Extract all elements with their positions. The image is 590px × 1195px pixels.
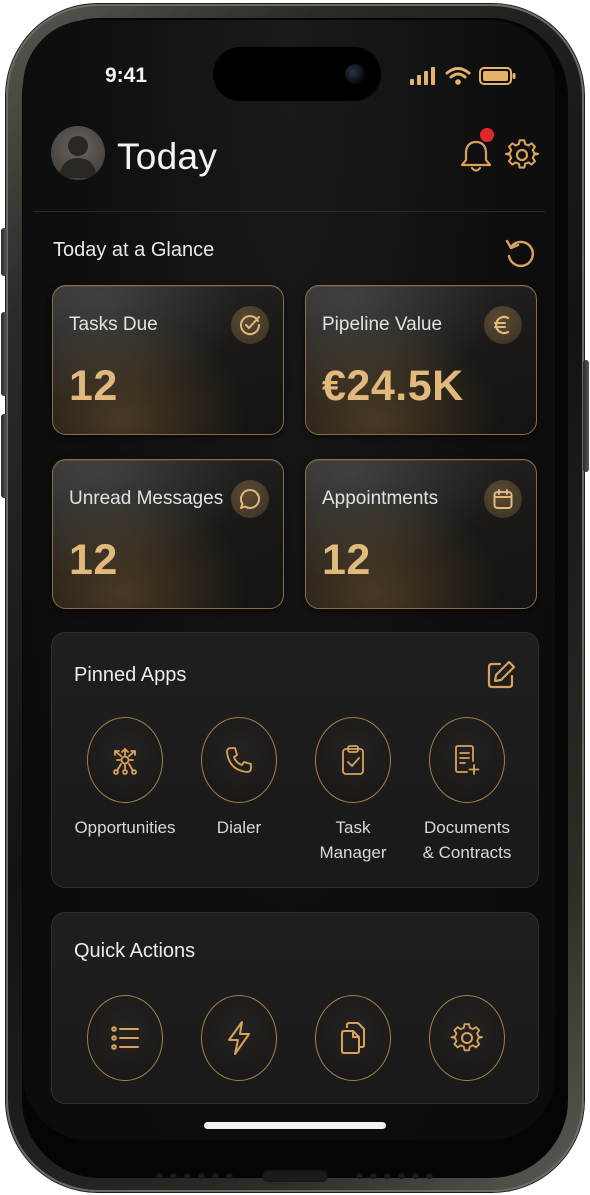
edit-icon[interactable] <box>484 658 518 692</box>
avatar[interactable] <box>51 126 105 180</box>
bell-icon[interactable] <box>459 138 493 174</box>
app-label: Opportunities <box>74 818 176 837</box>
copy-documents-icon <box>341 1022 365 1054</box>
stat-card-tasks-due[interactable]: Tasks Due 12 <box>52 285 284 435</box>
person-icon <box>59 136 97 178</box>
stat-label: Pipeline Value <box>322 314 443 335</box>
wifi-icon <box>445 67 471 85</box>
pinned-apps-panel: Pinned Apps Opportunities Dialer Task Ma… <box>51 632 539 888</box>
refresh-icon[interactable] <box>503 236 537 270</box>
pinned-app-task-manager[interactable] <box>315 717 391 803</box>
app-label: Task Manager <box>319 818 387 862</box>
pinned-app-documents-contracts[interactable] <box>429 717 505 803</box>
quick-actions-title: Quick Actions <box>74 940 196 962</box>
quick-action-lightning[interactable] <box>201 995 277 1081</box>
front-camera <box>345 64 365 84</box>
pinned-app-dialer[interactable] <box>201 717 277 803</box>
phone-bottom-edge <box>0 1165 590 1185</box>
app-label: Documents & Contracts <box>422 818 512 862</box>
stat-value: 12 <box>69 362 118 410</box>
quick-action-settings[interactable] <box>429 995 505 1081</box>
power-button <box>583 360 589 472</box>
stat-card-appointments[interactable]: Appointments 12 <box>305 459 537 609</box>
glance-title: Today at a Glance <box>53 239 215 261</box>
pinned-app-opportunities[interactable] <box>87 717 163 803</box>
stat-value: 12 <box>322 536 371 584</box>
status-time: 9:41 <box>105 64 148 87</box>
quick-action-list[interactable] <box>87 995 163 1081</box>
stat-label: Unread Messages <box>69 488 224 509</box>
quick-action-copy[interactable] <box>315 995 391 1081</box>
list-icon <box>111 1026 139 1050</box>
app-label: Dialer <box>216 818 262 837</box>
stat-value: 12 <box>69 536 118 584</box>
euro-icon <box>484 306 522 344</box>
quick-actions-panel: Quick Actions <box>51 912 539 1104</box>
gear-icon <box>450 1023 484 1052</box>
stat-card-pipeline-value[interactable]: Pipeline Value €24.5K <box>305 285 537 435</box>
home-indicator[interactable] <box>204 1122 386 1129</box>
volume-down-button <box>1 414 7 498</box>
volume-up-button <box>1 312 7 396</box>
stat-label: Appointments <box>322 488 439 509</box>
stat-card-unread-messages[interactable]: Unread Messages 12 <box>52 459 284 609</box>
app-screen: 9:41 Today Today at a Glance Tasks Due 1… <box>23 20 555 1140</box>
check-circle-icon <box>231 306 269 344</box>
pinned-apps-title: Pinned Apps <box>74 664 187 686</box>
network-icon <box>113 747 137 775</box>
signal-icon <box>410 67 435 85</box>
charging-port <box>262 1169 328 1182</box>
action-button <box>1 228 7 276</box>
page-title: Today <box>117 136 218 177</box>
gear-icon[interactable] <box>505 138 539 172</box>
stat-label: Tasks Due <box>69 314 158 335</box>
dynamic-island <box>213 47 381 101</box>
document-add-icon <box>455 745 480 775</box>
phone-icon <box>226 747 252 773</box>
notification-dot <box>480 128 494 142</box>
calendar-icon <box>484 480 522 518</box>
chat-bubble-icon <box>231 480 269 518</box>
header-divider <box>33 211 545 212</box>
status-icons <box>409 66 519 86</box>
clipboard-check-icon <box>342 745 364 775</box>
lightning-icon <box>228 1021 250 1055</box>
battery-icon <box>479 67 516 85</box>
stat-value: €24.5K <box>322 362 464 410</box>
